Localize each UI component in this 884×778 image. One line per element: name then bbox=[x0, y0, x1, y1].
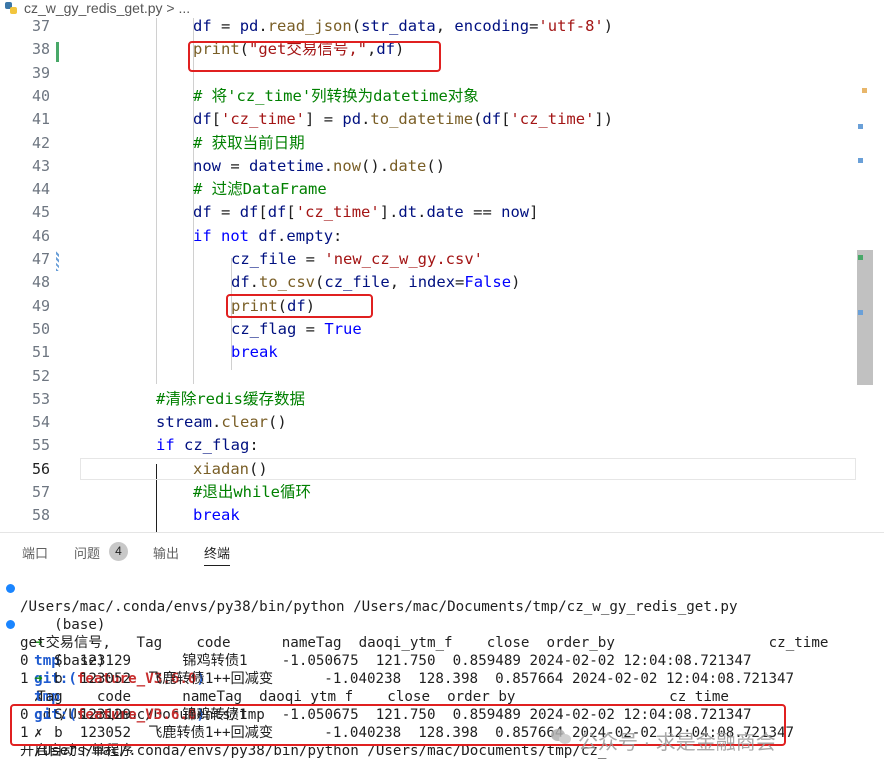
code-line[interactable]: 41 df['cz_time'] = pd.to_datetime(df['cz_… bbox=[0, 108, 856, 131]
watermark-text: 公众号 · 求是金融商会 bbox=[578, 732, 776, 754]
active-tab-indicator bbox=[204, 565, 230, 566]
line-number: 45 bbox=[31, 203, 50, 222]
breadcrumb-more[interactable]: ... bbox=[179, 0, 191, 16]
minimap-marker bbox=[858, 124, 863, 129]
line-number: 51 bbox=[31, 343, 50, 362]
minimap-marker bbox=[858, 158, 863, 163]
command-status-dot bbox=[6, 584, 15, 593]
code-text: # 过滤DataFrame bbox=[193, 180, 327, 199]
code-text: df = pd.read_json(str_data, encoding='ut… bbox=[193, 18, 614, 35]
code-line[interactable]: 48 df.to_csv(cz_file, index=False) bbox=[0, 271, 856, 294]
line-number: 38 bbox=[31, 40, 50, 59]
code-line[interactable]: 49 print(df) bbox=[0, 295, 856, 318]
code-text: now = datetime.now().date() bbox=[193, 156, 446, 175]
breadcrumb[interactable]: cz_w_gy_redis_get.py > ... bbox=[0, 0, 884, 18]
terminal-line: /Users/mac/.conda/envs/py38/bin/python /… bbox=[20, 599, 738, 615]
line-number: 44 bbox=[31, 180, 50, 199]
command-status-dot bbox=[6, 620, 15, 629]
code-line[interactable]: 43 now = datetime.now().date() bbox=[0, 155, 856, 178]
code-line[interactable]: 56 xiadan() bbox=[0, 458, 856, 481]
minimap-marker bbox=[862, 88, 867, 93]
code-line[interactable]: 46 if not df.empty: bbox=[0, 225, 856, 248]
code-text: cz_file = 'new_cz_w_gy.csv' bbox=[231, 250, 483, 268]
code-line[interactable]: 57 #退出while循环 bbox=[0, 481, 856, 504]
code-text: # 将'cz_time'列转换为datetime对象 bbox=[193, 86, 479, 105]
code-text: if not df.empty: bbox=[193, 226, 343, 245]
line-number: 49 bbox=[31, 296, 50, 315]
code-text: break bbox=[193, 506, 240, 525]
code-line[interactable]: 45 df = df[df['cz_time'].dt.date == now] bbox=[0, 201, 856, 224]
line-number: 53 bbox=[31, 389, 50, 408]
code-text: #退出while循环 bbox=[193, 483, 311, 501]
code-text: xiadan() bbox=[193, 459, 268, 478]
tab-output[interactable]: 输出 bbox=[153, 543, 179, 562]
minimap-marker bbox=[858, 310, 863, 315]
line-number: 39 bbox=[31, 63, 50, 82]
line-number: 46 bbox=[31, 226, 50, 245]
line-number: 37 bbox=[31, 18, 50, 35]
code-line[interactable]: 53 #清除redis缓存数据 bbox=[0, 388, 856, 411]
panel-tabs: 端口 问题 4 输出 终端 bbox=[0, 533, 884, 569]
terminal-line: 0 S 123129 锦鸡转债1 -1.050675 121.750 0.859… bbox=[20, 653, 752, 669]
code-line[interactable]: 42 # 获取当前日期 bbox=[0, 132, 856, 155]
editor-scrollbar-thumb[interactable] bbox=[857, 250, 873, 385]
line-number: 41 bbox=[31, 110, 50, 129]
line-number: 58 bbox=[31, 506, 50, 525]
code-text: df = df[df['cz_time'].dt.date == now] bbox=[193, 203, 539, 222]
highlight-box-print-signal bbox=[188, 41, 441, 72]
tab-ports[interactable]: 端口 bbox=[22, 543, 48, 562]
highlight-box-print-df bbox=[226, 294, 373, 318]
code-text: # 获取当前日期 bbox=[193, 133, 305, 152]
line-number: 55 bbox=[31, 436, 50, 455]
line-number: 54 bbox=[31, 413, 50, 432]
wechat-icon bbox=[551, 729, 571, 744]
code-line[interactable]: 47 cz_file = 'new_cz_w_gy.csv' bbox=[0, 248, 856, 271]
code-text: #清除redis缓存数据 bbox=[156, 389, 305, 408]
code-text: df.to_csv(cz_file, index=False) bbox=[231, 273, 521, 292]
code-line[interactable]: 52 bbox=[0, 365, 856, 388]
code-line[interactable]: 44 # 过滤DataFrame bbox=[0, 178, 856, 201]
tab-terminal[interactable]: 终端 bbox=[204, 543, 230, 562]
breadcrumb-file[interactable]: cz_w_gy_redis_get.py > ... bbox=[24, 0, 190, 16]
terminal-prompt-line: (base) ➜ tmp git:(feature_V3.6.0) ✗ cd /… bbox=[0, 580, 265, 723]
line-number: 52 bbox=[31, 366, 50, 385]
code-line[interactable]: 40 # 将'cz_time'列转换为datetime对象 bbox=[0, 85, 856, 108]
line-number: 47 bbox=[31, 250, 50, 268]
code-line[interactable]: 51 break bbox=[0, 341, 856, 364]
breadcrumb-separator: > bbox=[166, 0, 175, 16]
code-text: stream.clear() bbox=[156, 413, 287, 432]
code-line[interactable]: 54 stream.clear() bbox=[0, 411, 856, 434]
breadcrumb-file-label: cz_w_gy_redis_get.py bbox=[24, 0, 163, 16]
line-number: 50 bbox=[31, 319, 50, 338]
code-line[interactable]: 50 cz_flag = True bbox=[0, 318, 856, 341]
code-text: if cz_flag: bbox=[156, 436, 259, 455]
watermark: 公众号 · 求是金融商会 bbox=[551, 726, 776, 755]
code-line[interactable]: 55 if cz_flag: bbox=[0, 434, 856, 457]
terminal-line: 1 b 123052 飞鹿转债1++回减变 -1.040238 128.398 … bbox=[20, 671, 795, 687]
terminal-line: get交易信号, Tag code nameTag daoqi_ytm_f cl… bbox=[20, 635, 829, 651]
line-number: 48 bbox=[31, 273, 50, 292]
tab-problems[interactable]: 问题 bbox=[74, 543, 100, 562]
line-number: 43 bbox=[31, 156, 50, 175]
code-text: cz_flag = True bbox=[231, 319, 362, 338]
code-text: break bbox=[231, 343, 278, 362]
line-number: 56 bbox=[31, 459, 50, 478]
minimap[interactable] bbox=[857, 18, 884, 532]
line-number: 42 bbox=[31, 133, 50, 152]
problems-count-badge: 4 bbox=[109, 542, 128, 561]
line-number: 57 bbox=[31, 483, 50, 501]
code-line[interactable]: 58 break bbox=[0, 504, 856, 527]
line-number: 40 bbox=[31, 86, 50, 105]
minimap-marker bbox=[858, 255, 863, 260]
terminal-prompt-line: (base) ➜ tmp git:(feature_V3.6.0) ✗ /Use… bbox=[0, 616, 606, 759]
code-text: df['cz_time'] = pd.to_datetime(df['cz_ti… bbox=[193, 110, 614, 129]
code-line[interactable]: 37 df = pd.read_json(str_data, encoding='… bbox=[0, 18, 856, 38]
code-editor[interactable]: 37 df = pd.read_json(str_data, encoding='… bbox=[0, 18, 884, 532]
python-file-icon bbox=[5, 2, 17, 14]
